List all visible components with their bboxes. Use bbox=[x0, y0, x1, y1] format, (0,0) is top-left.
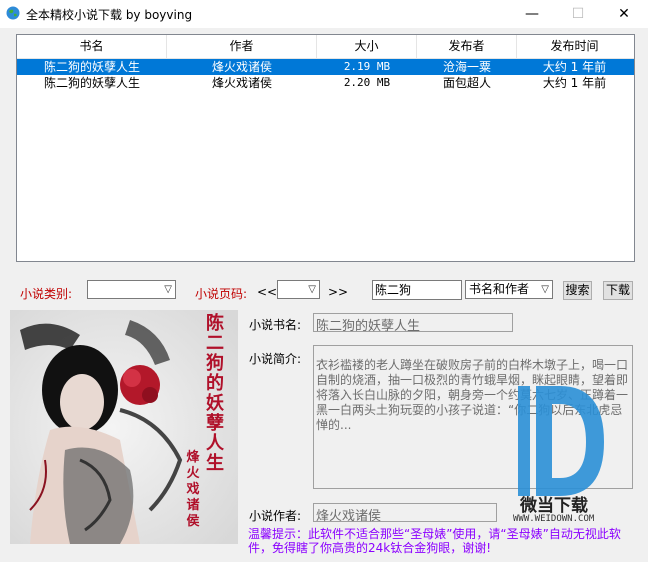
cover-title-char: 狗 bbox=[206, 353, 224, 374]
window-title: 全本精校小说下载 by boyving bbox=[26, 8, 193, 22]
minimize-button[interactable]: — bbox=[509, 0, 555, 28]
chevron-down-icon: ▽ bbox=[164, 284, 172, 295]
column-header-time[interactable]: 发布时间 bbox=[517, 35, 632, 58]
column-header-size[interactable]: 大小 bbox=[317, 35, 417, 58]
cell-author: 烽火戏诸侯 bbox=[211, 76, 272, 90]
cover-title-char: 陈 bbox=[206, 313, 224, 334]
title-bar: 全本精校小说下载 by boyving — ☐ ✕ bbox=[0, 0, 648, 28]
cell-publisher: 面包超人 bbox=[442, 76, 491, 90]
cover-author: 烽 火 戏 诸 侯 bbox=[182, 450, 204, 530]
chevron-down-icon: ▽ bbox=[308, 284, 316, 295]
cover-title-char: 二 bbox=[206, 333, 224, 354]
close-button[interactable]: ✕ bbox=[601, 0, 647, 28]
prev-page-button[interactable]: << bbox=[257, 285, 277, 299]
author-label: 小说作者: bbox=[249, 509, 302, 523]
warm-tip: 温馨提示：此软件不适合那些“圣母婊”使用，请“圣母婊”自动无视此软件，免得瞎了你… bbox=[248, 527, 621, 555]
watermark-brand: 微当下载 bbox=[520, 496, 588, 516]
author-field[interactable]: 烽火戏诸侯 bbox=[313, 503, 497, 524]
cover-author-char: 烽 bbox=[186, 450, 200, 465]
maximize-button[interactable]: ☐ bbox=[555, 0, 601, 28]
cover-title-char: 孽 bbox=[206, 413, 224, 434]
chevron-down-icon: ▽ bbox=[541, 284, 549, 295]
search-input[interactable]: 陈二狗 bbox=[372, 280, 462, 300]
cover-author-char: 侯 bbox=[186, 514, 200, 529]
column-header-name[interactable]: 书名 bbox=[17, 35, 167, 58]
cover-title-char: 人 bbox=[206, 433, 224, 454]
download-button[interactable]: 下载 bbox=[603, 281, 633, 300]
cell-time: 大约 1 年前 bbox=[542, 60, 607, 74]
results-table[interactable]: 书名 作者 大小 发布者 发布时间 陈二狗的妖孽人生 烽火戏诸侯 2.19 MB… bbox=[16, 34, 635, 262]
cell-size: 2.20 MB bbox=[343, 76, 391, 89]
book-name-field[interactable]: 陈二狗的妖孽人生 bbox=[313, 313, 513, 334]
cell-size: 2.19 MB bbox=[343, 60, 391, 73]
column-header-author[interactable]: 作者 bbox=[167, 35, 317, 58]
book-name-label: 小说书名: bbox=[249, 318, 302, 332]
app-globe-icon bbox=[6, 6, 20, 20]
search-mode-select[interactable]: 书名和作者 ▽ bbox=[465, 280, 553, 299]
watermark-url: WWW.WEIDOWN.COM bbox=[513, 514, 595, 524]
book-cover-image: 陈 二 狗 的 妖 孽 人 生 烽 火 戏 诸 侯 bbox=[10, 310, 238, 544]
search-mode-value: 书名和作者 bbox=[469, 282, 530, 296]
cover-author-char: 戏 bbox=[186, 482, 200, 497]
cover-author-char: 火 bbox=[186, 466, 200, 481]
cell-publisher: 沧海一粟 bbox=[442, 60, 491, 74]
page-label: 小说页码: bbox=[195, 287, 248, 301]
cover-title: 陈 二 狗 的 妖 孽 人 生 bbox=[202, 314, 228, 474]
cover-author-char: 诸 bbox=[186, 498, 200, 513]
category-label: 小说类别: bbox=[20, 287, 73, 301]
search-button[interactable]: 搜索 bbox=[563, 281, 592, 300]
intro-label: 小说简介: bbox=[249, 352, 302, 366]
table-header: 书名 作者 大小 发布者 发布时间 bbox=[17, 35, 634, 59]
cell-name: 陈二狗的妖孽人生 bbox=[43, 76, 140, 90]
page-select[interactable]: ▽ bbox=[277, 280, 320, 299]
category-select[interactable]: ▽ bbox=[87, 280, 176, 299]
cover-title-char: 的 bbox=[206, 373, 224, 394]
cover-title-char: 妖 bbox=[206, 393, 224, 414]
column-header-publisher[interactable]: 发布者 bbox=[417, 35, 517, 58]
table-row[interactable]: 陈二狗的妖孽人生 烽火戏诸侯 2.20 MB 面包超人 大约 1 年前 bbox=[17, 75, 634, 91]
table-row[interactable]: 陈二狗的妖孽人生 烽火戏诸侯 2.19 MB 沧海一粟 大约 1 年前 bbox=[17, 59, 634, 75]
cell-author: 烽火戏诸侯 bbox=[211, 60, 272, 74]
cell-time: 大约 1 年前 bbox=[542, 76, 607, 90]
next-page-button[interactable]: >> bbox=[328, 285, 348, 299]
cover-title-char: 生 bbox=[206, 453, 224, 474]
cell-name: 陈二狗的妖孽人生 bbox=[43, 60, 140, 74]
